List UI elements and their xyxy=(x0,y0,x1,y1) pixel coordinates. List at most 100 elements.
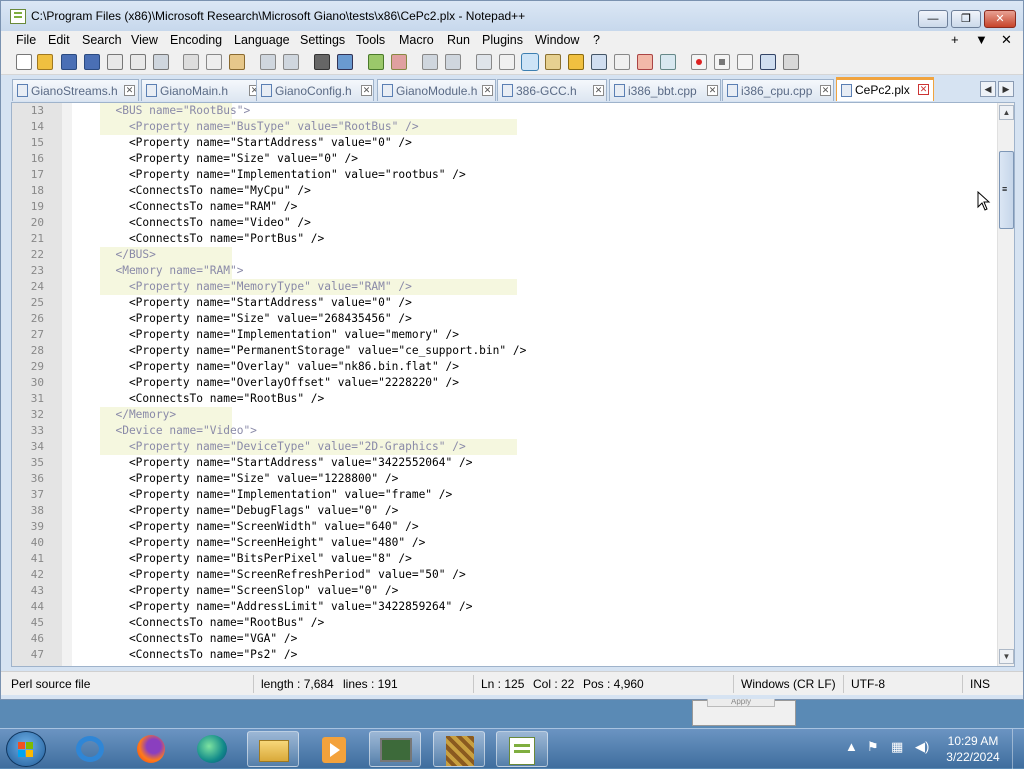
tab-gianomodule[interactable]: GianoModule.h ✕ xyxy=(377,79,496,101)
scrollbar-thumb[interactable]: ≡ xyxy=(999,151,1014,229)
minimize-button[interactable]: — xyxy=(918,10,948,28)
network-icon[interactable]: ▦ xyxy=(891,739,903,755)
tab-gianoconfig[interactable]: GianoConfig.h ✕ xyxy=(256,79,374,101)
menu-tools[interactable]: Tools xyxy=(356,33,385,47)
tab-close-icon[interactable]: ✕ xyxy=(593,85,604,96)
playback-icon[interactable] xyxy=(737,54,753,70)
action-center-icon[interactable]: ⚑ xyxy=(867,739,879,755)
tab-close-icon[interactable]: ✕ xyxy=(918,84,929,95)
status-encoding[interactable]: UTF-8 xyxy=(851,677,885,691)
tab-scroll-right-icon[interactable]: ▶ xyxy=(998,81,1014,97)
volume-icon[interactable]: ◀) xyxy=(915,739,929,755)
tab-list-icon[interactable]: ▼ xyxy=(975,32,988,47)
new-file-icon[interactable] xyxy=(16,54,32,70)
tab-close-icon[interactable]: ✕ xyxy=(820,85,831,96)
udl-icon[interactable] xyxy=(545,54,561,70)
code-line[interactable]: 43 <Property name="ScreenSlop" value="0"… xyxy=(31,583,997,599)
menu-plugins[interactable]: Plugins xyxy=(482,33,523,47)
save-macro-icon[interactable] xyxy=(783,54,799,70)
record-macro-icon[interactable] xyxy=(691,54,707,70)
paste-icon[interactable] xyxy=(229,54,245,70)
find-icon[interactable] xyxy=(314,54,330,70)
code-line[interactable]: 25 <Property name="StartAddress" value="… xyxy=(31,295,997,311)
code-line[interactable]: 16 <Property name="Size" value="0" /> xyxy=(31,151,997,167)
code-line[interactable]: 35 <Property name="StartAddress" value="… xyxy=(31,455,997,471)
tab-close-icon[interactable]: ✕ xyxy=(361,85,372,96)
code-line[interactable]: 38 <Property name="DebugFlags" value="0"… xyxy=(31,503,997,519)
art-icon[interactable] xyxy=(433,731,485,767)
code-line[interactable]: 20 <ConnectsTo name="Video" /> xyxy=(31,215,997,231)
code-line[interactable]: 45 <ConnectsTo name="RootBus" /> xyxy=(31,615,997,631)
code-line[interactable]: 46 <ConnectsTo name="VGA" /> xyxy=(31,631,997,647)
code-line[interactable]: 17 <Property name="Implementation" value… xyxy=(31,167,997,183)
function-list-icon[interactable] xyxy=(591,54,607,70)
indent-guide-icon[interactable] xyxy=(521,53,539,71)
menu-help[interactable]: ? xyxy=(593,33,600,47)
code-line[interactable]: 41 <Property name="BitsPerPixel" value="… xyxy=(31,551,997,567)
clock[interactable]: 10:29 AM 3/22/2024 xyxy=(944,733,1002,765)
code-line[interactable]: 28 <Property name="PermanentStorage" val… xyxy=(31,343,997,359)
fold-margin[interactable] xyxy=(62,103,72,666)
menu-file[interactable]: File xyxy=(16,33,36,47)
sync-vertical-icon[interactable] xyxy=(422,54,438,70)
code-line[interactable]: 23 <Memory name="RAM"> xyxy=(31,263,997,279)
tab-scroll-left-icon[interactable]: ◀ xyxy=(980,81,996,97)
sync-horizontal-icon[interactable] xyxy=(445,54,461,70)
zoom-out-icon[interactable] xyxy=(391,54,407,70)
monitoring-icon[interactable] xyxy=(637,54,653,70)
word-wrap-icon[interactable] xyxy=(476,54,492,70)
tab-close-icon[interactable]: ✕ xyxy=(707,85,718,96)
eye-icon[interactable] xyxy=(660,54,676,70)
show-all-chars-icon[interactable] xyxy=(499,54,515,70)
code-line[interactable]: 37 <Property name="Implementation" value… xyxy=(31,487,997,503)
menu-language[interactable]: Language xyxy=(234,33,290,47)
internet-explorer-icon[interactable] xyxy=(64,731,116,767)
menu-macro[interactable]: Macro xyxy=(399,33,434,47)
code-line[interactable]: 21 <ConnectsTo name="PortBus" /> xyxy=(31,231,997,247)
file-explorer-icon[interactable] xyxy=(247,731,299,767)
code-line[interactable]: 18 <ConnectsTo name="MyCpu" /> xyxy=(31,183,997,199)
code-line[interactable]: 47 <ConnectsTo name="Ps2" /> xyxy=(31,647,997,663)
apply-button[interactable]: Apply xyxy=(707,699,775,707)
code-line[interactable]: 27 <Property name="Implementation" value… xyxy=(31,327,997,343)
close-icon[interactable] xyxy=(107,54,123,70)
stop-record-icon[interactable] xyxy=(714,54,730,70)
zoom-in-icon[interactable] xyxy=(368,54,384,70)
show-desktop-button[interactable] xyxy=(1012,729,1024,769)
tab-cepc2[interactable]: CePc2.plx ✕ xyxy=(836,77,934,101)
code-line[interactable]: 39 <Property name="ScreenWidth" value="6… xyxy=(31,519,997,535)
notepadpp-taskbar-icon[interactable] xyxy=(496,731,548,767)
print-icon[interactable] xyxy=(153,54,169,70)
open-file-icon[interactable] xyxy=(37,54,53,70)
status-eol[interactable]: Windows (CR LF) xyxy=(741,677,836,691)
menu-window[interactable]: Window xyxy=(535,33,579,47)
tab-close-icon[interactable]: ✕ xyxy=(124,85,135,96)
cut-icon[interactable] xyxy=(183,54,199,70)
menu-edit[interactable]: Edit xyxy=(48,33,70,47)
show-hidden-icons-icon[interactable]: ▲ xyxy=(845,739,858,754)
code-line[interactable]: 15 <Property name="StartAddress" value="… xyxy=(31,135,997,151)
code-line[interactable]: 26 <Property name="Size" value="26843545… xyxy=(31,311,997,327)
code-line[interactable]: 32 </Memory> xyxy=(31,407,997,423)
scroll-up-icon[interactable]: ▲ xyxy=(999,105,1014,120)
tab-i386-bbt[interactable]: i386_bbt.cpp ✕ xyxy=(609,79,721,101)
menu-run[interactable]: Run xyxy=(447,33,470,47)
code-line[interactable]: 22 </BUS> xyxy=(31,247,997,263)
editor[interactable]: 13 <BUS name="RootBus"> 14 <Property name… xyxy=(11,102,1015,667)
undo-icon[interactable] xyxy=(260,54,276,70)
new-tab-icon[interactable]: + xyxy=(951,32,959,47)
replace-icon[interactable] xyxy=(337,54,353,70)
edge-icon[interactable] xyxy=(186,731,238,767)
copy-icon[interactable] xyxy=(206,54,222,70)
save-icon[interactable] xyxy=(61,54,77,70)
close-all-icon[interactable] xyxy=(130,54,146,70)
tab-close-icon[interactable]: ✕ xyxy=(482,85,493,96)
tab-gianomain[interactable]: GianoMain.h ✕ xyxy=(141,79,264,101)
code-line[interactable]: 36 <Property name="Size" value="1228800"… xyxy=(31,471,997,487)
tab-gianostreams[interactable]: GianoStreams.h ✕ xyxy=(12,79,139,101)
code-line[interactable]: 42 <Property name="ScreenRefreshPeriod" … xyxy=(31,567,997,583)
tab-i386-cpu[interactable]: i386_cpu.cpp ✕ xyxy=(722,79,834,101)
code-line[interactable]: 24 <Property name="MemoryType" value="RA… xyxy=(31,279,997,295)
scroll-down-icon[interactable]: ▼ xyxy=(999,649,1014,664)
save-all-icon[interactable] xyxy=(84,54,100,70)
